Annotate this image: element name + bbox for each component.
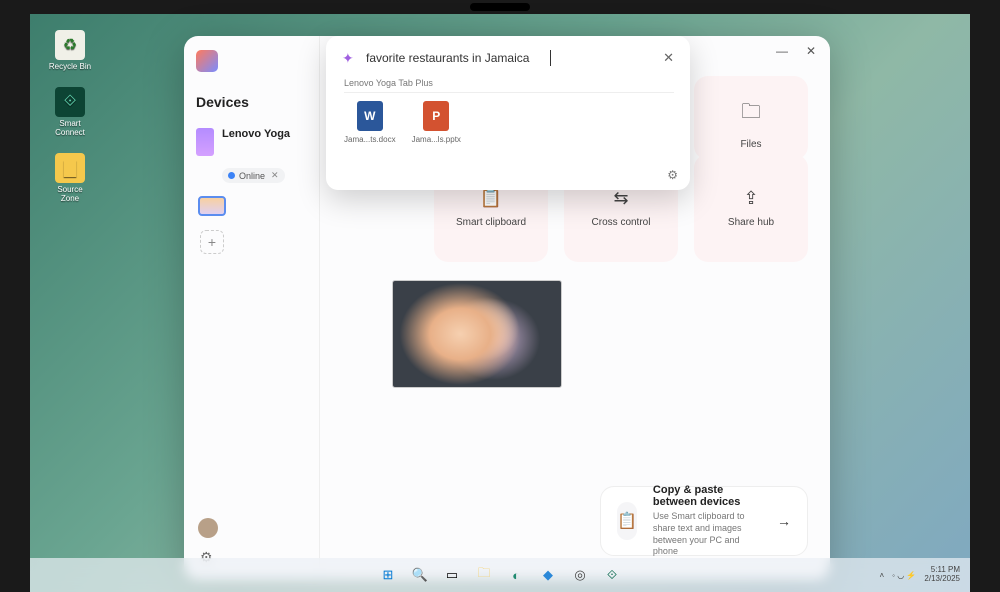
tip-body: Use Smart clipboard to share text and im…: [653, 511, 761, 558]
app-logo-icon: [196, 50, 218, 72]
desktop-icon-label: Smart Connect: [48, 119, 92, 137]
cross-control-icon: ⇆: [613, 188, 628, 209]
taskbar-tray: ˄ ◦ ◡ ⚡ 5:11 PM 2/13/2025: [880, 566, 961, 584]
desktop-icon-folder[interactable]: ▇ Source Zone: [48, 153, 92, 203]
tile-files[interactable]: 🗀 Files: [694, 76, 808, 160]
folder-icon: 🗀: [741, 97, 761, 131]
powerpoint-file-icon: P: [423, 101, 449, 131]
desktop-icon-label: Source Zone: [48, 185, 92, 203]
edge-button[interactable]: ◐: [504, 563, 528, 587]
app-button[interactable]: ⟐: [600, 563, 624, 587]
tile-share-hub[interactable]: ⇪ Share hub: [694, 154, 808, 262]
window-controls: — ✕: [776, 44, 816, 58]
text-cursor: [550, 50, 551, 66]
tip-arrow-button[interactable]: →: [777, 513, 791, 529]
desktop-icon-recycle-bin[interactable]: ♻ Recycle Bin: [48, 30, 92, 71]
sidebar-title: Devices: [196, 94, 307, 110]
tile-label: Smart clipboard: [456, 217, 526, 228]
taskbar-center: ⊞ 🔍 ▭ 🗀 ◐ ◆ ◎ ⟐: [376, 563, 624, 587]
status-label: Online: [239, 171, 265, 181]
copilot-icon: ✦: [342, 50, 358, 66]
device-wallpaper-thumb[interactable]: [198, 196, 226, 216]
clipboard-icon: 📋: [617, 502, 637, 540]
search-result-file[interactable]: W Jama...ts.docx: [344, 101, 396, 144]
tile-label: Files: [740, 139, 761, 150]
desktop-icon-label: Recycle Bin: [49, 62, 91, 71]
smart-connect-icon: ⟐: [55, 87, 85, 117]
share-icon: ⇪: [743, 188, 758, 209]
wallpaper-image: [393, 281, 561, 387]
device-thumb-icon: [196, 128, 214, 156]
app-button[interactable]: ◆: [536, 563, 560, 587]
search-panel: ✦ ✕ Lenovo Yoga Tab Plus W Jama...ts.doc…: [326, 36, 690, 190]
user-avatar[interactable]: [198, 518, 218, 538]
close-icon[interactable]: ✕: [663, 50, 674, 66]
recycle-icon: ♻: [55, 30, 85, 60]
tile-label: Cross control: [592, 217, 651, 228]
taskbar-clock[interactable]: 5:11 PM 2/13/2025: [924, 566, 960, 584]
search-section-header: Lenovo Yoga Tab Plus: [344, 78, 674, 93]
sidebar: Devices Lenovo Yoga Online ✕ + ⚙: [184, 36, 320, 580]
app-button[interactable]: ◎: [568, 563, 592, 587]
online-dot-icon: [228, 172, 235, 179]
desktop-icon-smart-connect[interactable]: ⟐ Smart Connect: [48, 87, 92, 137]
start-button[interactable]: ⊞: [376, 563, 400, 587]
task-view-button[interactable]: ▭: [440, 563, 464, 587]
desktop-icons: ♻ Recycle Bin ⟐ Smart Connect ▇ Source Z…: [48, 30, 92, 203]
device-screen-preview[interactable]: [392, 280, 562, 388]
tile-label: Share hub: [728, 217, 774, 228]
clipboard-icon: 📋: [480, 188, 502, 209]
file-name: Jama...ls.pptx: [412, 135, 461, 144]
word-file-icon: W: [357, 101, 383, 131]
search-button[interactable]: 🔍: [408, 563, 432, 587]
search-input[interactable]: [366, 51, 655, 65]
tip-card: 📋 Copy & paste between devices Use Smart…: [600, 486, 808, 556]
folder-icon: ▇: [55, 153, 85, 183]
minimize-button[interactable]: —: [776, 44, 788, 58]
file-name: Jama...ts.docx: [344, 135, 396, 144]
close-icon[interactable]: ✕: [271, 170, 279, 181]
search-settings-button[interactable]: ⚙: [667, 168, 678, 182]
add-device-button[interactable]: +: [200, 230, 224, 254]
device-status: Online ✕: [222, 166, 307, 184]
explorer-button[interactable]: 🗀: [472, 563, 496, 587]
search-result-file[interactable]: P Jama...ls.pptx: [412, 101, 461, 144]
tray-chevron-icon[interactable]: ˄: [880, 571, 885, 580]
device-name: Lenovo Yoga: [222, 128, 290, 140]
close-button[interactable]: ✕: [806, 44, 816, 58]
device-entry[interactable]: Lenovo Yoga: [196, 128, 307, 156]
clock-date: 2/13/2025: [924, 575, 960, 584]
tip-title: Copy & paste between devices: [653, 484, 761, 508]
taskbar: ⊞ 🔍 ▭ 🗀 ◐ ◆ ◎ ⟐ ˄ ◦ ◡ ⚡ 5:11 PM 2/13/202…: [30, 558, 970, 592]
status-pill[interactable]: Online ✕: [222, 168, 285, 183]
wifi-icon[interactable]: ◦ ◡ ⚡: [892, 571, 916, 580]
